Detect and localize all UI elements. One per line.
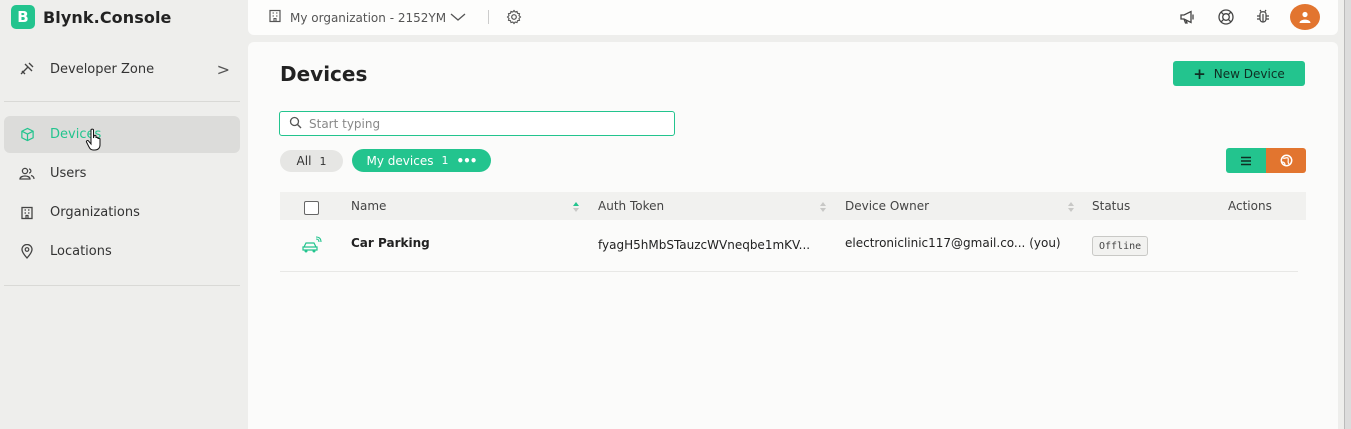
view-toggle	[1226, 148, 1306, 173]
select-all-checkbox[interactable]	[304, 201, 319, 215]
hand-pointer-cursor-icon	[85, 128, 105, 152]
sidebar-item-devices[interactable]: Devices	[4, 116, 240, 153]
filter-my-devices-label: My devices	[366, 153, 434, 168]
sidebar-item-users[interactable]: Users	[4, 155, 240, 192]
more-options-icon[interactable]: •••	[456, 154, 477, 168]
page-title: Devices	[280, 62, 368, 86]
filter-my-devices-pill[interactable]: My devices 1 •••	[352, 149, 491, 172]
status-badge: Offline	[1092, 236, 1149, 256]
developer-zone-menu[interactable]: Developer Zone >	[0, 50, 244, 88]
tools-icon	[18, 60, 36, 78]
building-icon	[18, 204, 36, 222]
topbar-separator	[488, 10, 489, 24]
device-name-link[interactable]: Car Parking	[351, 236, 430, 250]
sidebar-item-label: Locations	[50, 244, 112, 259]
column-header-actions: Actions	[1228, 199, 1272, 213]
sidebar-item-label: Organizations	[50, 205, 140, 220]
sidebar-item-organizations[interactable]: Organizations	[4, 194, 240, 231]
brand-name: Blynk.Console	[43, 7, 172, 27]
sidebar-divider	[4, 285, 240, 286]
map-view-button[interactable]	[1266, 148, 1306, 173]
building-icon	[268, 9, 282, 26]
chevron-down-icon	[450, 11, 466, 25]
column-header-name[interactable]: Name	[351, 199, 386, 213]
table-header: Name Auth Token Device Owner Status Acti…	[280, 192, 1306, 220]
megaphone-icon[interactable]	[1179, 8, 1197, 30]
location-pin-icon	[18, 243, 36, 261]
sidebar: B Blynk.Console Developer Zone > Devices…	[0, 0, 244, 429]
globe-icon	[1280, 154, 1292, 167]
sidebar-item-locations[interactable]: Locations	[4, 233, 240, 270]
organization-name: My organization - 2152YM	[290, 10, 447, 25]
developer-zone-label: Developer Zone	[50, 61, 155, 77]
search-icon	[289, 114, 302, 133]
device-template-icon	[300, 236, 322, 257]
filter-all-pill[interactable]: All 1	[280, 150, 343, 172]
new-device-label: New Device	[1213, 66, 1285, 81]
organization-switcher[interactable]: My organization - 2152YM	[268, 9, 466, 26]
users-icon	[18, 165, 36, 183]
device-owner-cell: electroniclinic117@gmail.co... (you)	[845, 236, 1061, 250]
list-icon	[1241, 156, 1251, 165]
chevron-right-icon: >	[216, 60, 230, 79]
sidebar-item-label: Users	[50, 166, 87, 181]
blynk-logo: B	[11, 5, 35, 29]
new-device-button[interactable]: + New Device	[1173, 61, 1305, 86]
auth-token-cell[interactable]: fyagH5hMbSTauzcWVneqbe1mKV...	[598, 238, 810, 252]
search-input[interactable]	[309, 116, 649, 131]
list-view-button[interactable]	[1226, 148, 1266, 173]
top-bar: My organization - 2152YM	[248, 0, 1338, 35]
table-row[interactable]: Car Parking fyagH5hMbSTauzcWVneqbe1mKV..…	[280, 222, 1298, 272]
cube-icon	[18, 126, 36, 144]
column-header-auth-token[interactable]: Auth Token	[598, 199, 664, 213]
brand[interactable]: B Blynk.Console	[11, 5, 172, 29]
sort-ascending-icon[interactable]	[572, 199, 580, 213]
user-avatar-icon[interactable]	[1290, 4, 1320, 30]
filter-all-label: All	[296, 154, 312, 168]
filter-my-devices-count: 1	[441, 154, 449, 167]
sidebar-divider	[4, 101, 240, 102]
search-box[interactable]	[279, 111, 675, 136]
plus-icon: +	[1193, 64, 1206, 83]
filter-all-count: 1	[319, 154, 327, 168]
sort-icon[interactable]	[1067, 199, 1075, 213]
bug-icon[interactable]	[1254, 8, 1272, 30]
window-edge	[1344, 0, 1351, 429]
column-header-device-owner[interactable]: Device Owner	[845, 199, 929, 213]
column-header-status[interactable]: Status	[1092, 199, 1130, 213]
main-panel: Devices + New Device All 1 My devices 1 …	[248, 42, 1338, 429]
help-lifebuoy-icon[interactable]	[1217, 8, 1235, 30]
sort-icon[interactable]	[819, 199, 827, 213]
organization-settings-gear-icon[interactable]	[506, 9, 522, 29]
